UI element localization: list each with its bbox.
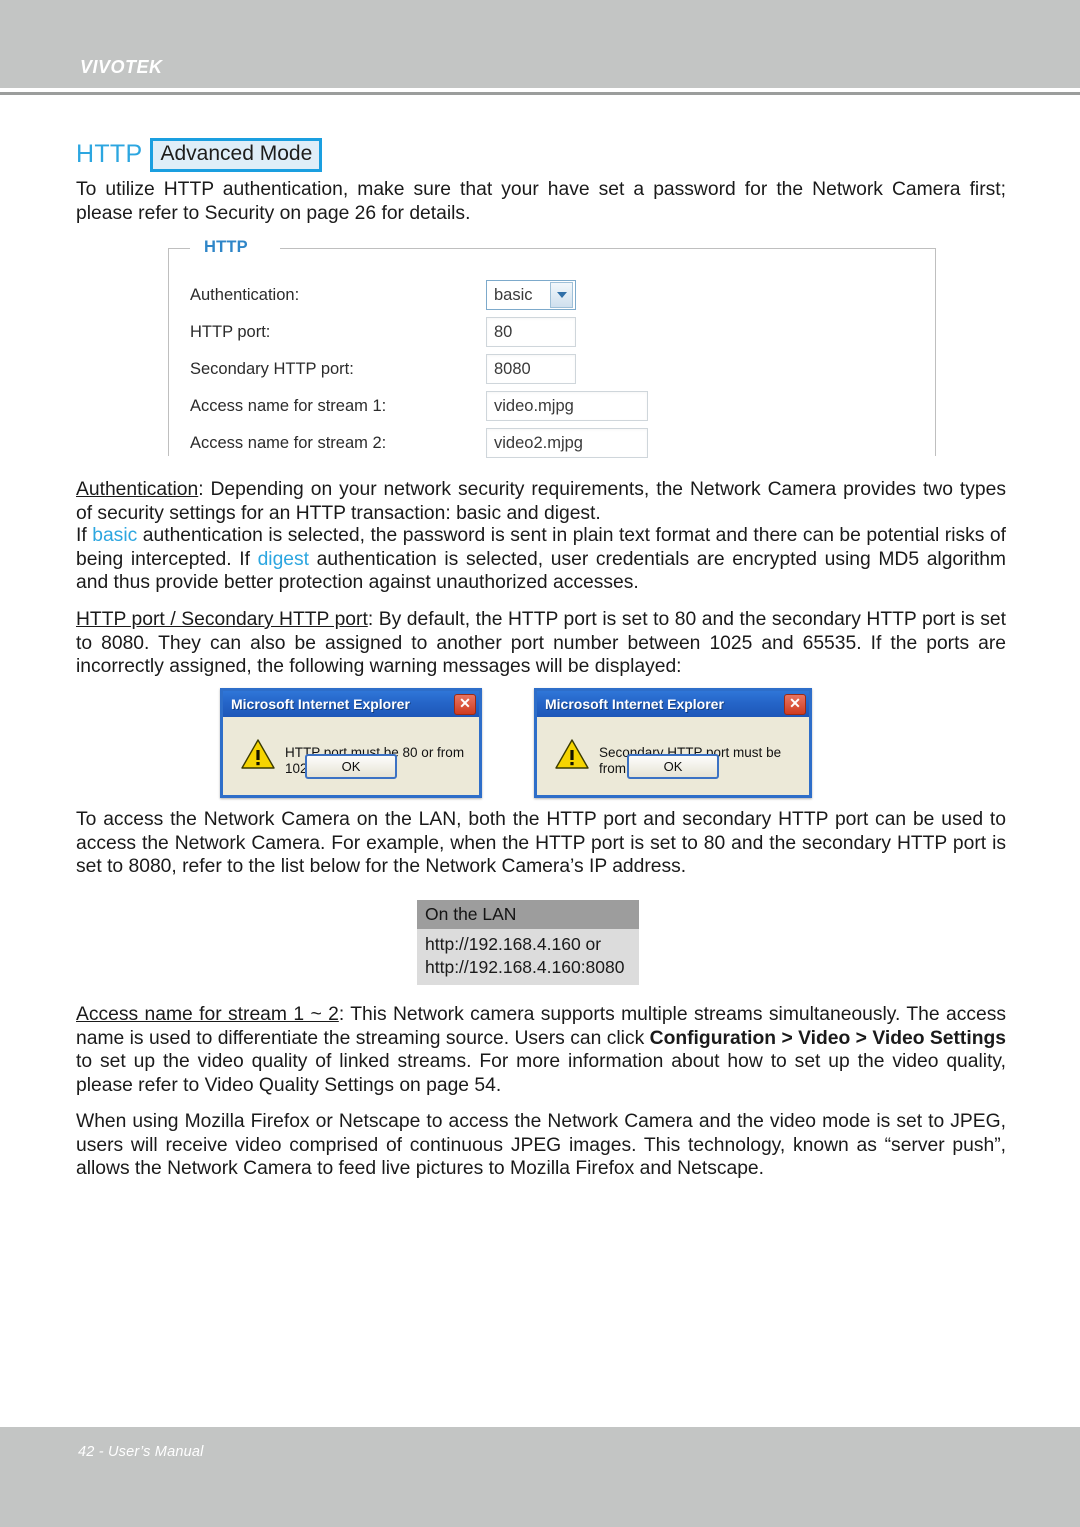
access-name-stream-2-input[interactable]: video2.mjpg bbox=[486, 428, 648, 458]
port-term: HTTP port / Secondary HTTP port bbox=[76, 609, 368, 630]
panel-border-left bbox=[168, 248, 169, 456]
warning-icon bbox=[241, 739, 275, 769]
label-authentication: Authentication: bbox=[190, 285, 300, 304]
page-title: HTTP Advanced Mode bbox=[76, 138, 323, 172]
chevron-down-icon[interactable] bbox=[550, 282, 573, 308]
field-row-access-name-stream-2: Access name for stream 2: video2.mjpg bbox=[190, 428, 890, 458]
lan-url-secondary: http://192.168.4.160:8080 bbox=[425, 957, 625, 978]
http-port-input[interactable]: 80 bbox=[486, 317, 576, 347]
access-name-stream-1-input[interactable]: video.mjpg bbox=[486, 391, 648, 421]
stream-part2: to set up the video quality of linked st… bbox=[76, 1051, 1006, 1096]
header-rule-gray bbox=[0, 92, 1080, 95]
port-explanation: HTTP port / Secondary HTTP port: By defa… bbox=[76, 608, 1006, 679]
lan-table-body: http://192.168.4.160 or http://192.168.4… bbox=[417, 929, 639, 986]
secondary-http-port-input[interactable]: 8080 bbox=[486, 354, 576, 384]
panel-legend-http: HTTP bbox=[198, 238, 254, 257]
authentication-explanation: Authentication: Depending on your networ… bbox=[76, 478, 1006, 525]
page-footer-band bbox=[0, 1427, 1080, 1527]
auth-text-a: If bbox=[76, 525, 93, 546]
page-title-text: HTTP bbox=[76, 140, 143, 169]
warning-icon bbox=[555, 739, 589, 769]
footer-page-label: 42 - User’s Manual bbox=[78, 1444, 204, 1460]
authentication-select[interactable]: basic bbox=[486, 280, 576, 310]
authentication-term: Authentication bbox=[76, 479, 199, 500]
authentication-select-value: basic bbox=[494, 285, 533, 304]
digest-keyword: digest bbox=[257, 548, 310, 570]
configuration-path-bold: Configuration > Video > Video Settings bbox=[649, 1027, 1006, 1049]
dialog-titlebar: Microsoft Internet Explorer ✕ bbox=[537, 691, 809, 717]
label-access-name-stream-1: Access name for stream 1: bbox=[190, 396, 387, 415]
dialog-http-port-warning: Microsoft Internet Explorer ✕ HTTP port … bbox=[220, 688, 482, 798]
ok-button[interactable]: OK bbox=[627, 754, 719, 779]
field-row-http-port: HTTP port: 80 bbox=[190, 317, 890, 347]
advanced-mode-badge: Advanced Mode bbox=[150, 138, 323, 172]
label-http-port: HTTP port: bbox=[190, 322, 271, 341]
dialog-body: HTTP port must be 80 or from 1025 to 655… bbox=[223, 717, 479, 795]
vivotek-logo: VIVOTEK bbox=[80, 57, 163, 77]
field-row-authentication: Authentication: basic bbox=[190, 280, 890, 310]
field-row-secondary-http-port: Secondary HTTP port: 8080 bbox=[190, 354, 890, 384]
panel-border-top-right bbox=[280, 248, 936, 249]
authentication-line1: : Depending on your network security req… bbox=[76, 479, 1006, 524]
dialog-title-text: Microsoft Internet Explorer bbox=[231, 696, 410, 712]
dialog-body: Secondary HTTP port must be from 1025 to… bbox=[537, 717, 809, 795]
label-secondary-http-port: Secondary HTTP port: bbox=[190, 359, 354, 378]
dialog-titlebar: Microsoft Internet Explorer ✕ bbox=[223, 691, 479, 717]
field-row-access-name-stream-1: Access name for stream 1: video.mjpg bbox=[190, 391, 890, 421]
dialog-title-text: Microsoft Internet Explorer bbox=[545, 696, 724, 712]
close-icon[interactable]: ✕ bbox=[454, 693, 476, 715]
firefox-netscape-paragraph: When using Mozilla Firefox or Netscape t… bbox=[76, 1111, 1006, 1179]
ok-button[interactable]: OK bbox=[305, 754, 397, 779]
stream-access-name-paragraph: Access name for stream 1 ~ 2: This Netwo… bbox=[76, 1003, 1006, 1097]
lan-table-header: On the LAN bbox=[417, 900, 639, 930]
panel-border-top-left bbox=[168, 248, 190, 249]
lan-address-table: On the LAN http://192.168.4.160 or http:… bbox=[417, 900, 639, 986]
close-icon[interactable]: ✕ bbox=[784, 693, 806, 715]
authentication-explanation-2: If basic authentication is selected, the… bbox=[76, 524, 1006, 595]
stream-term: Access name for stream 1 ~ 2 bbox=[76, 1004, 339, 1025]
basic-keyword: basic bbox=[92, 525, 138, 546]
http-settings-panel: HTTP Authentication: basic HTTP port: 80… bbox=[168, 238, 936, 458]
panel-border-right bbox=[935, 248, 936, 456]
lan-access-paragraph: To access the Network Camera on the LAN,… bbox=[76, 809, 1006, 877]
lan-url-primary: http://192.168.4.160 or bbox=[425, 934, 602, 955]
label-access-name-stream-2: Access name for stream 2: bbox=[190, 433, 387, 452]
intro-paragraph: To utilize HTTP authentication, make sur… bbox=[76, 179, 1006, 224]
dialog-secondary-http-port-warning: Microsoft Internet Explorer ✕ Secondary … bbox=[534, 688, 812, 798]
